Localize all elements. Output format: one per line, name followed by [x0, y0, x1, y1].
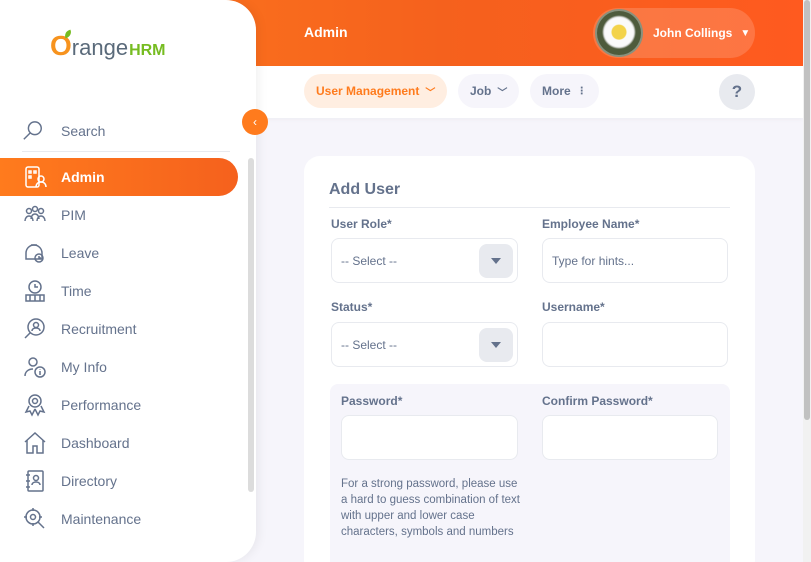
- tab-user-management[interactable]: User Management ﹀: [304, 74, 448, 108]
- tab-label: User Management: [316, 84, 420, 98]
- recruitment-icon: [24, 318, 45, 339]
- search-icon: [23, 120, 42, 140]
- user-name: John Collings: [653, 26, 733, 40]
- user-role-value: -- Select --: [341, 253, 398, 268]
- tab-label: Job: [470, 84, 492, 98]
- sidebar-item-recruitment[interactable]: Recruitment: [0, 310, 240, 348]
- sidebar-item-maintenance[interactable]: Maintenance: [0, 500, 240, 538]
- admin-icon: [25, 166, 47, 188]
- sidebar-item-dashboard[interactable]: Dashboard: [0, 424, 240, 462]
- my-info-icon: [24, 357, 46, 378]
- add-user-card: Add User User Role* -- Select -- Employe…: [304, 156, 755, 562]
- form-title: Add User: [329, 181, 401, 198]
- user-dropdown[interactable]: John Collings ▼: [593, 8, 755, 58]
- tab-more[interactable]: More ⋮: [530, 74, 599, 108]
- sidebar-item-admin[interactable]: Admin: [0, 158, 238, 196]
- help-button[interactable]: ?: [719, 74, 755, 110]
- username-input[interactable]: [542, 322, 728, 367]
- collapse-sidebar-button[interactable]: ‹: [242, 109, 268, 135]
- home-icon: [24, 431, 46, 454]
- tab-label: More: [542, 84, 571, 98]
- chevron-down-icon: ﹀: [425, 87, 436, 99]
- maintenance-icon: [24, 508, 45, 529]
- time-icon: [25, 280, 45, 302]
- password-input[interactable]: [341, 415, 518, 460]
- sidebar-item-pim[interactable]: PIM: [0, 196, 240, 234]
- tab-job[interactable]: Job ﹀: [458, 74, 520, 108]
- password-hint: For a strong password, please use a hard…: [341, 478, 520, 538]
- confirm-password-input[interactable]: [542, 415, 718, 460]
- employee-name-label: Employee Name*: [542, 217, 640, 231]
- confirm-password-label: Confirm Password*: [542, 394, 653, 408]
- leave-icon: [25, 244, 44, 263]
- divider: [329, 207, 730, 208]
- avatar: [595, 9, 643, 57]
- sidebar-item-label: PIM: [61, 207, 86, 223]
- username-label: Username*: [542, 300, 605, 314]
- sidebar-search[interactable]: Search: [22, 110, 230, 152]
- employee-name-input[interactable]: Type for hints...: [542, 238, 728, 283]
- more-vertical-icon: ⋮: [576, 85, 587, 97]
- sidebar-item-directory[interactable]: Directory: [0, 462, 240, 500]
- sidebar-item-label: Performance: [61, 397, 142, 413]
- chevron-down-icon: ﹀: [497, 87, 508, 99]
- sidebar-item-performance[interactable]: Performance: [0, 386, 240, 424]
- page-title: Admin: [304, 24, 348, 40]
- employee-name-placeholder: Type for hints...: [552, 253, 635, 268]
- sidebar-item-label: Admin: [61, 169, 105, 185]
- sidebar-item-label: Leave: [61, 245, 100, 261]
- sidebar-item-label: My Info: [61, 359, 107, 375]
- sidebar-item-label: Maintenance: [61, 511, 142, 527]
- performance-icon: [24, 394, 46, 417]
- status-label: Status*: [331, 300, 373, 314]
- search-label: Search: [61, 122, 106, 139]
- pim-icon: [24, 205, 46, 222]
- user-role-label: User Role*: [331, 217, 392, 231]
- sidebar-scrollbar[interactable]: [248, 158, 254, 492]
- top-nav: User Management ﹀ Job ﹀ More ⋮ ?: [256, 66, 803, 118]
- dropdown-arrow-icon[interactable]: [479, 328, 513, 362]
- sidebar-item-time[interactable]: Time: [0, 272, 240, 310]
- status-value: -- Select --: [341, 337, 398, 352]
- user-role-select[interactable]: -- Select --: [331, 238, 518, 283]
- password-label: Password*: [341, 394, 403, 408]
- sidebar: Orange HRM Search ‹ Admin PIM Leave Time…: [0, 0, 268, 562]
- caret-down-icon: ▼: [740, 27, 751, 39]
- page-scrollbar-thumb[interactable]: [804, 0, 810, 420]
- directory-icon: [26, 470, 44, 492]
- status-select[interactable]: -- Select --: [331, 322, 518, 367]
- sidebar-item-my-info[interactable]: My Info: [0, 348, 240, 386]
- sidebar-item-label: Recruitment: [61, 321, 137, 337]
- chevron-left-icon: ‹: [253, 115, 257, 129]
- page-scrollbar[interactable]: [803, 0, 811, 562]
- main-menu: Admin PIM Leave Time Recruitment My Info…: [0, 158, 240, 538]
- sidebar-item-leave[interactable]: Leave: [0, 234, 240, 272]
- sidebar-item-label: Directory: [61, 473, 118, 489]
- dropdown-arrow-icon[interactable]: [479, 244, 513, 278]
- sidebar-item-label: Time: [61, 283, 92, 299]
- sidebar-item-label: Dashboard: [61, 435, 130, 451]
